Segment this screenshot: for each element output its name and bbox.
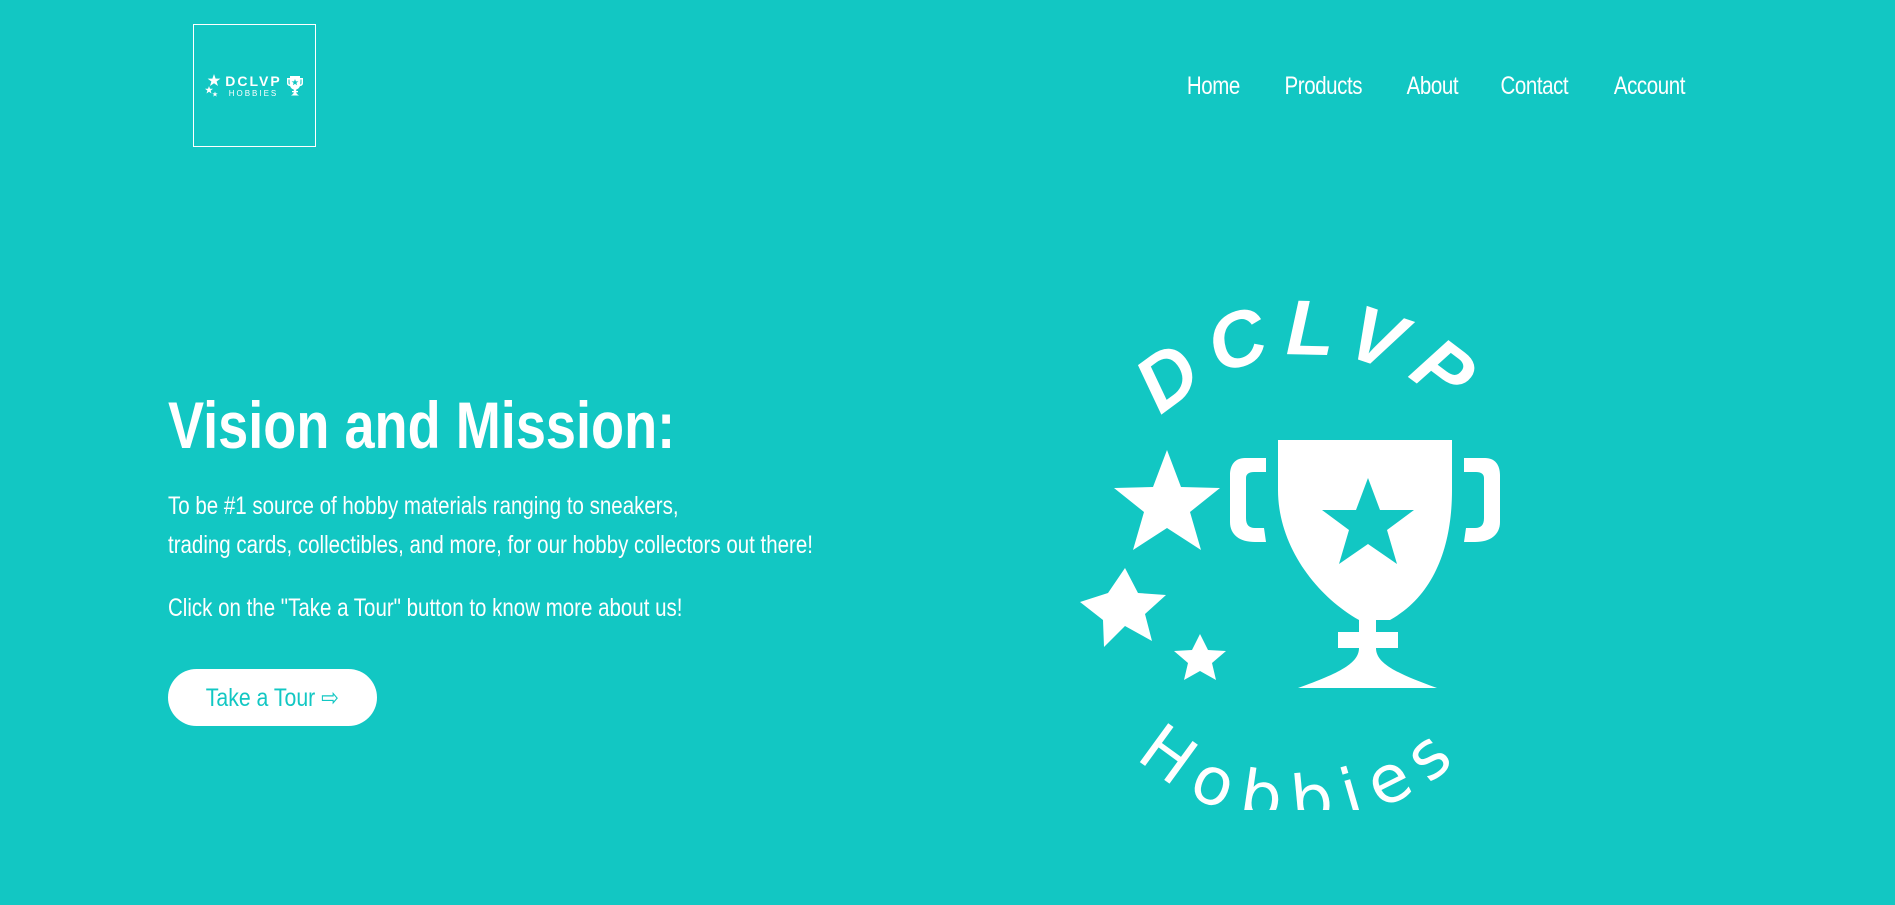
hero-section: Vision and Mission: To be #1 source of h… — [168, 385, 968, 625]
take-a-tour-button-content: Take a Tour ⇨ — [206, 683, 339, 713]
hero-description-line-2: trading cards, collectibles, and more, f… — [168, 531, 813, 559]
nav-home[interactable]: Home — [1187, 72, 1240, 101]
emblem-top-text: DCLVP — [1118, 290, 1502, 429]
hero-description: To be #1 source of hobby materials rangi… — [168, 487, 824, 565]
nav-account[interactable]: Account — [1614, 72, 1686, 101]
hero-note: Click on the "Take a Tour" button to kno… — [168, 594, 683, 622]
trophy-icon — [286, 75, 303, 95]
trophy-emblem-icon — [1230, 440, 1500, 688]
star-large-icon — [1114, 450, 1220, 550]
arrow-right-icon: ⇨ — [321, 683, 340, 712]
main-nav: Home Products About Contact Account — [1181, 72, 1693, 101]
emblem-bottom-text: Hobbies — [1125, 706, 1476, 810]
logo-sub: HOBBIES — [228, 88, 279, 98]
logo-brand: DCLVP — [225, 72, 282, 89]
logo-mark: DCLVP HOBBIES — [204, 73, 304, 99]
nav-about[interactable]: About — [1406, 72, 1458, 101]
hero-title: Vision and Mission: — [168, 388, 676, 462]
star-medium-icon — [1080, 568, 1166, 647]
dclvp-emblem: DCLVP Hobbies — [1080, 290, 1502, 810]
nav-products[interactable]: Products — [1284, 72, 1362, 101]
nav-contact[interactable]: Contact — [1501, 72, 1569, 101]
site-header: DCLVP HOBBIES Home Products About Contac… — [0, 0, 1895, 160]
take-a-tour-button[interactable]: Take a Tour ⇨ — [168, 669, 377, 726]
stars-icon — [205, 73, 221, 97]
site-logo[interactable]: DCLVP HOBBIES — [193, 24, 316, 147]
hero-description-line-1: To be #1 source of hobby materials rangi… — [168, 492, 679, 520]
take-a-tour-label: Take a Tour — [205, 683, 316, 712]
logo-words: DCLVP HOBBIES — [225, 74, 281, 98]
star-small-icon — [1174, 634, 1226, 680]
